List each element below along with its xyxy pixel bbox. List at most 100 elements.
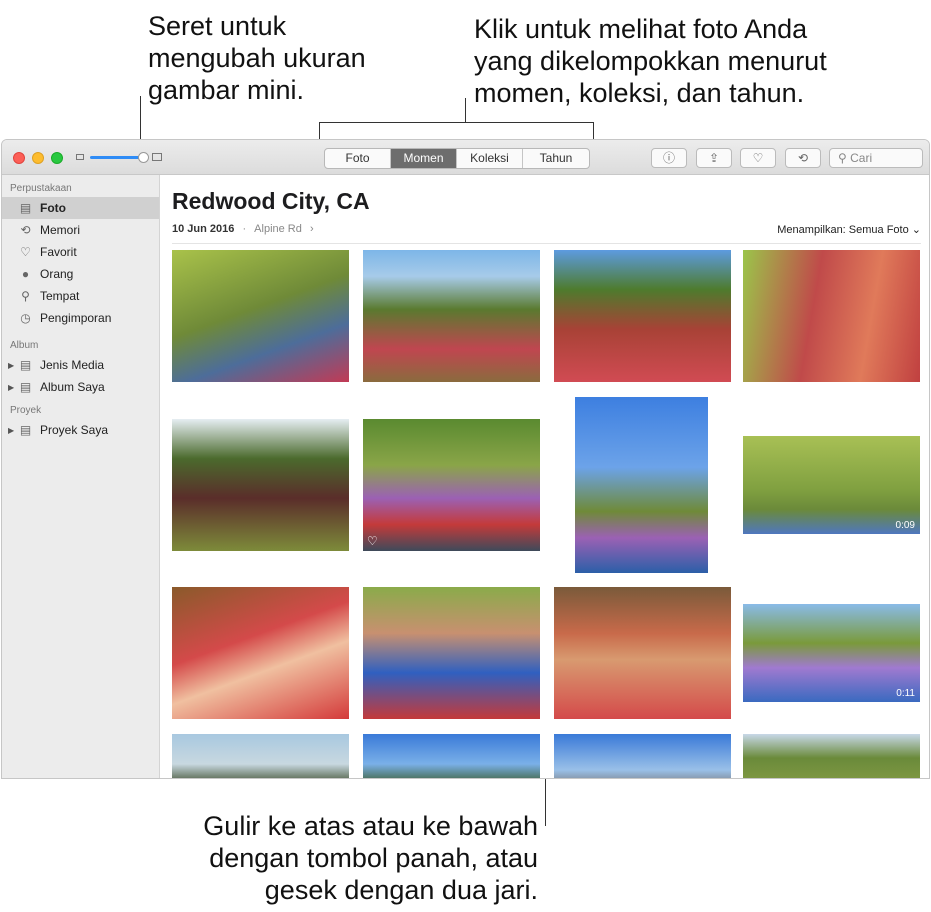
moment-subtitle: 10 Jun 2016 · Alpine Rd › [172,223,314,235]
sidebar: Perpustakaan ▤ Foto ⟲ Memori ♡ Favorit ●… [2,175,160,778]
info-button[interactable]: ⓘ [651,148,687,168]
callout-leader-tabs-bracket [319,122,594,123]
sidebar-section-album: Album [10,340,39,351]
large-thumbnail-icon [152,153,162,161]
thumbnail-size-slider[interactable] [76,150,166,164]
sidebar-item-memori[interactable]: ⟲ Memori [2,219,159,241]
sidebar-item-favorit[interactable]: ♡ Favorit [2,241,159,263]
photo-grid-view[interactable]: Redwood City, CA 10 Jun 2016 · Alpine Rd… [161,175,929,778]
tab-foto[interactable]: Foto [325,149,391,168]
photo-thumbnail[interactable]: ♡ [363,419,540,551]
sidebar-item-label: Memori [40,223,81,237]
slider-track[interactable] [90,156,142,159]
small-thumbnail-icon [76,154,84,160]
callout-leader-tabs-stem [465,98,466,122]
sidebar-item-label: Proyek Saya [40,423,109,437]
sidebar-item-pengimporan[interactable]: ◷ Pengimporan [2,307,159,329]
photo-thumbnail[interactable] [172,734,349,778]
callout-line: momen, koleksi, dan tahun. [474,78,805,108]
photo-thumbnail[interactable] [554,250,731,382]
folder-icon: ▤ [19,358,32,372]
share-icon: ⇪ [708,151,720,165]
photo-thumbnail[interactable] [554,734,731,778]
callout-line: Seret untuk [148,11,287,41]
favorite-button[interactable]: ♡ [740,148,776,168]
photo-thumbnail[interactable] [743,250,920,382]
photo-thumbnail[interactable] [172,419,349,551]
memories-icon: ⟲ [20,223,31,237]
callout-line: gesek dengan dua jari. [264,875,538,905]
sidebar-item-tempat[interactable]: ⚲ Tempat [2,285,159,307]
showing-filter-label: Menampilkan: Semua Foto [777,224,909,236]
sidebar-item-label: Tempat [40,289,80,303]
sidebar-item-foto[interactable]: ▤ Foto [2,197,159,219]
toolbar: Foto Momen Koleksi Tahun ⓘ ⇪ ♡ ⟲ ⚲ Cari [2,140,929,175]
tab-tahun[interactable]: Tahun [523,149,589,168]
moment-title: Redwood City, CA [172,188,370,214]
callout-line: gambar mini. [148,75,305,105]
separator: · [242,223,247,235]
callout-line: dengan tombol panah, atau [209,843,538,873]
folder-icon: ▤ [19,423,32,437]
sidebar-item-proyek-saya[interactable]: ▶ ▤ Proyek Saya [2,419,159,441]
photo-thumbnail[interactable] [363,734,540,778]
photo-thumbnail[interactable] [363,250,540,382]
video-thumbnail[interactable]: 0:09 [743,436,920,534]
disclosure-triangle-icon[interactable]: ▶ [8,426,18,435]
sidebar-item-label: Favorit [40,245,77,259]
sidebar-item-label: Jenis Media [40,358,105,372]
showing-filter[interactable]: Menampilkan: Semua Foto ⌄ [777,223,921,236]
callout-line: Gulir ke atas atau ke bawah [203,811,538,841]
callout-resize: Seret untuk mengubah ukuran gambar mini. [148,10,408,106]
chevron-right-icon[interactable]: › [310,223,314,235]
callout-line: yang dikelompokkan menurut [474,46,827,76]
tab-koleksi[interactable]: Koleksi [457,149,523,168]
sidebar-item-jenis-media[interactable]: ▶ ▤ Jenis Media [2,354,159,376]
video-duration: 0:11 [896,688,915,699]
photo-thumbnail[interactable] [575,397,708,573]
video-thumbnail[interactable]: 0:11 [743,604,920,702]
video-duration: 0:09 [895,520,915,531]
photo-thumbnail[interactable] [554,587,731,719]
photos-window: Foto Momen Koleksi Tahun ⓘ ⇪ ♡ ⟲ ⚲ Cari … [1,139,930,779]
photo-thumbnail[interactable] [363,587,540,719]
heart-icon: ♡ [752,151,764,165]
sidebar-section-library: Perpustakaan [10,183,72,194]
callout-tabs: Klik untuk melihat foto Anda yang dikelo… [474,13,914,109]
person-icon: ● [21,267,30,281]
divider [172,243,921,244]
share-button[interactable]: ⇪ [696,148,732,168]
chevron-down-icon: ⌄ [911,224,921,236]
sidebar-item-orang[interactable]: ● Orang [2,263,159,285]
search-placeholder: Cari [850,151,873,165]
clock-icon: ◷ [20,311,31,325]
photo-thumbnail[interactable] [172,250,349,382]
heart-icon: ♡ [20,245,31,259]
slider-knob[interactable] [138,152,149,163]
zoom-button[interactable] [51,152,63,164]
callout-scroll: Gulir ke atas atau ke bawah dengan tombo… [160,810,538,906]
search-icon: ⚲ [838,151,847,165]
sidebar-item-label: Album Saya [40,380,105,394]
photo-thumbnail[interactable] [172,587,349,719]
disclosure-triangle-icon[interactable]: ▶ [8,361,18,370]
favorite-heart-icon: ♡ [367,534,378,548]
folder-icon: ▤ [19,380,32,394]
sidebar-item-album-saya[interactable]: ▶ ▤ Album Saya [2,376,159,398]
info-icon: ⓘ [662,151,675,165]
photo-thumbnail[interactable] [743,734,920,778]
sidebar-item-label: Foto [40,201,66,215]
minimize-button[interactable] [32,152,44,164]
tab-momen[interactable]: Momen [391,149,457,168]
rotate-icon: ⟲ [797,151,809,165]
photos-icon: ▤ [19,201,32,215]
disclosure-triangle-icon[interactable]: ▶ [8,383,18,392]
callout-line: Klik untuk melihat foto Anda [474,14,808,44]
moment-location-link[interactable]: Alpine Rd [254,223,302,235]
rotate-button[interactable]: ⟲ [785,148,821,168]
search-field[interactable]: ⚲ Cari [829,148,923,168]
pin-icon: ⚲ [21,289,30,303]
close-button[interactable] [13,152,25,164]
sidebar-section-project: Proyek [10,405,42,416]
sidebar-item-label: Orang [40,267,74,281]
